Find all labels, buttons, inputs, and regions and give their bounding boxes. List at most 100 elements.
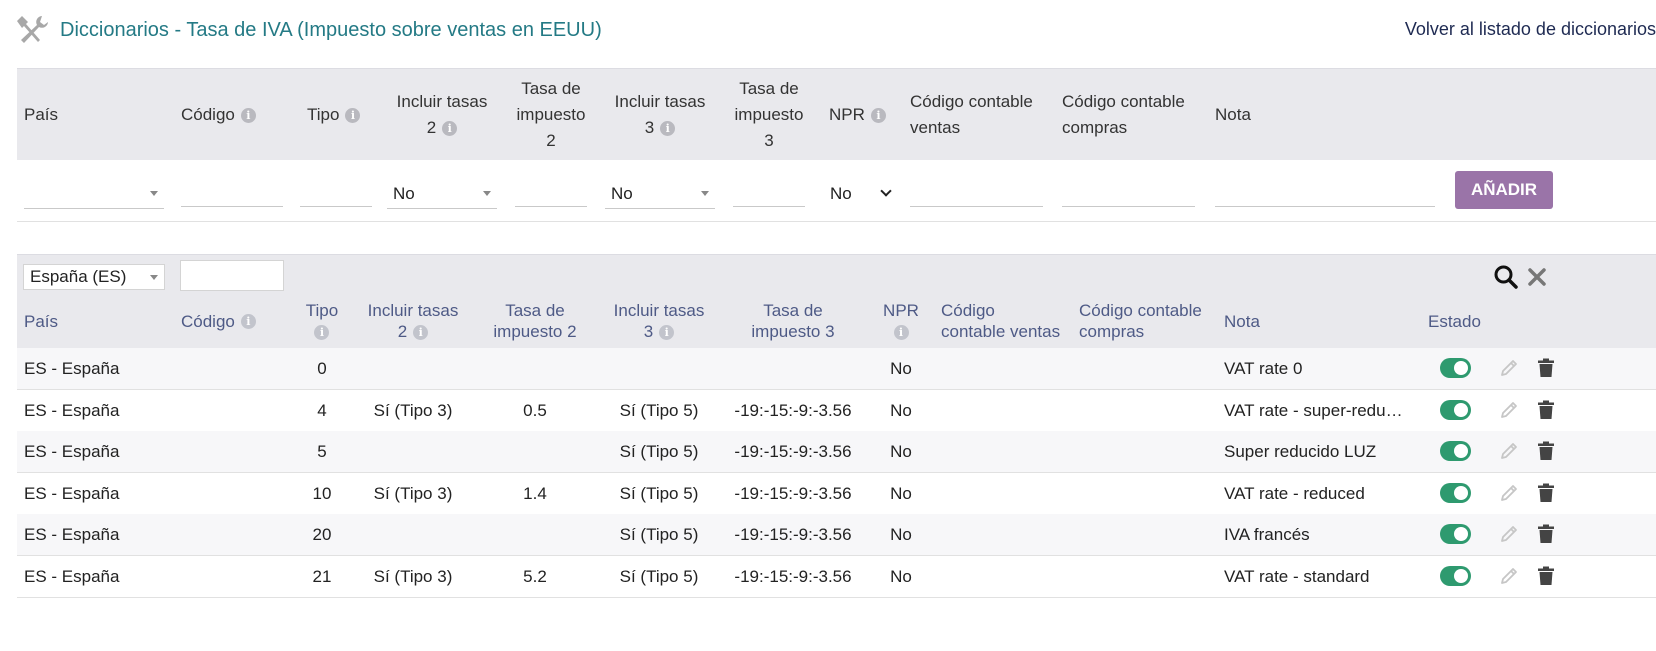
cell-pais: ES - España	[24, 525, 120, 545]
caret-down-icon	[150, 191, 158, 196]
caret-down-icon	[483, 191, 491, 196]
cell-npr: No	[890, 567, 912, 586]
col-codigo-contable-ventas: Código contable ventas	[910, 92, 1033, 137]
pencil-icon[interactable]	[1499, 400, 1519, 420]
cell-tipo: 5	[317, 442, 327, 462]
status-toggle[interactable]	[1440, 524, 1471, 545]
table-row: ES - España 5 Sí (Tipo 5) -19:-15:-9:-3.56 N…	[17, 431, 1656, 474]
pencil-icon[interactable]	[1499, 441, 1519, 461]
info-icon: i	[870, 107, 886, 123]
info-icon: i	[314, 325, 330, 341]
cell-tasa-impuesto-2	[485, 514, 585, 555]
col-nota: Nota	[1215, 105, 1251, 124]
list-col-tasa-impuesto-2[interactable]: Tasa de impuesto 2	[485, 297, 585, 345]
pencil-icon[interactable]	[1499, 483, 1519, 503]
chevron-down-icon	[880, 185, 892, 197]
table-row: ES - España 4 Sí (Tipo 3) 0.5 Sí (Tipo 5) -19…	[17, 390, 1656, 432]
status-toggle[interactable]	[1440, 399, 1471, 420]
cell-incluir-tasas-2	[357, 348, 469, 389]
list-col-npr[interactable]: NPR i	[875, 297, 927, 345]
list-header: España (ES) País Código i Tipo i Incluir t…	[17, 254, 1656, 348]
info-icon: i	[345, 107, 361, 123]
search-icon[interactable]	[1493, 264, 1519, 290]
cell-nota: VAT rate - reduced	[1224, 483, 1365, 503]
table-row: ES - España 10 Sí (Tipo 3) 1.4 Sí (Tipo 5) -1…	[17, 473, 1656, 515]
cell-npr: No	[890, 525, 912, 545]
cell-incluir-tasas-3	[603, 348, 715, 389]
col-tasa-impuesto-3: Tasa de impuesto 3	[734, 79, 804, 150]
cell-tasa-impuesto-3: -19:-15:-9:-3.56	[734, 483, 852, 503]
trash-icon[interactable]	[1537, 358, 1555, 378]
cell-pais: ES - España	[24, 442, 120, 462]
pencil-icon[interactable]	[1499, 524, 1519, 544]
include-rate-2-select[interactable]: No	[387, 179, 497, 209]
npr-select[interactable]: No	[824, 179, 896, 209]
status-toggle[interactable]	[1440, 566, 1471, 586]
table-row: ES - España 20 Sí (Tipo 5) -19:-15:-9:-3.56…	[17, 514, 1656, 557]
list-col-pais[interactable]: País	[24, 297, 58, 345]
info-icon: i	[442, 121, 458, 137]
code-input[interactable]	[181, 183, 283, 207]
cell-tasa-impuesto-2: 5.2	[523, 567, 547, 586]
trash-icon[interactable]	[1537, 441, 1555, 461]
code-filter-input[interactable]	[180, 260, 284, 291]
status-toggle[interactable]	[1440, 482, 1471, 503]
list-col-incluir-tasas-3[interactable]: Incluir tasas 3 i	[603, 297, 715, 345]
add-form-inputs: No No No AÑADIR	[17, 160, 1656, 222]
trash-icon[interactable]	[1537, 483, 1555, 503]
list-col-codigo-contable-ventas[interactable]: Código contable ventas	[941, 297, 1060, 345]
info-icon: i	[893, 325, 909, 341]
pencil-icon[interactable]	[1499, 358, 1519, 378]
clear-filter-icon[interactable]	[1525, 265, 1549, 289]
note-input[interactable]	[1215, 183, 1435, 207]
cell-tasa-impuesto-3: -19:-15:-9:-3.56	[734, 400, 852, 420]
list-col-codigo-contable-compras[interactable]: Código contable compras	[1079, 297, 1202, 345]
list-col-nota[interactable]: Nota	[1224, 297, 1260, 345]
col-npr: NPR i	[829, 69, 886, 161]
status-toggle[interactable]	[1440, 441, 1471, 462]
trash-icon[interactable]	[1537, 400, 1555, 420]
caret-down-icon	[701, 191, 709, 196]
cell-npr: No	[890, 359, 912, 378]
cell-npr: No	[890, 483, 912, 503]
title-bar: Diccionarios - Tasa de IVA (Impuesto sob…	[0, 0, 1656, 60]
add-button[interactable]: AÑADIR	[1455, 171, 1553, 209]
tools-icon	[17, 16, 48, 43]
rate-input[interactable]	[300, 183, 372, 207]
cell-nota: VAT rate - super-reduced	[1224, 400, 1410, 420]
purchases-account-code-input[interactable]	[1062, 183, 1195, 207]
cell-tipo: 4	[317, 400, 327, 420]
rate-2-input[interactable]	[515, 183, 587, 207]
pencil-icon[interactable]	[1499, 566, 1519, 586]
back-to-dictionaries-link[interactable]: Volver al listado de diccionarios	[1405, 19, 1656, 40]
trash-icon[interactable]	[1537, 524, 1555, 544]
info-icon: i	[660, 121, 676, 137]
status-toggle[interactable]	[1440, 358, 1471, 378]
include-rate-3-select[interactable]: No	[605, 179, 715, 209]
cell-incluir-tasas-3: Sí (Tipo 5)	[619, 483, 699, 503]
cell-tipo: 0	[317, 359, 327, 378]
rate-3-input[interactable]	[733, 183, 805, 207]
cell-incluir-tasas-3: Sí (Tipo 5)	[619, 525, 699, 545]
cell-tasa-impuesto-3: -19:-15:-9:-3.56	[734, 525, 852, 545]
col-pais: País	[24, 105, 59, 124]
trash-icon[interactable]	[1537, 566, 1555, 586]
cell-incluir-tasas-3: Sí (Tipo 5)	[619, 400, 699, 420]
sales-account-code-input[interactable]	[910, 183, 1043, 207]
cell-tasa-impuesto-2: 0.5	[523, 400, 547, 420]
cell-tipo: 21	[312, 567, 332, 586]
cell-incluir-tasas-2	[357, 431, 469, 472]
country-select[interactable]	[24, 179, 164, 209]
list-col-tasa-impuesto-3[interactable]: Tasa de impuesto 3	[733, 297, 853, 345]
caret-down-icon	[150, 275, 158, 280]
list-col-tipo[interactable]: Tipo i	[297, 297, 347, 345]
list-col-codigo[interactable]: Código i	[181, 297, 256, 345]
col-codigo: Código i	[181, 69, 256, 161]
cell-incluir-tasas-2	[357, 514, 469, 555]
country-filter-select[interactable]: España (ES)	[23, 264, 165, 290]
list-col-incluir-tasas-2[interactable]: Incluir tasas 2 i	[357, 297, 469, 345]
cell-nota: VAT rate - standard	[1224, 567, 1370, 586]
cell-tasa-impuesto-2	[485, 348, 585, 389]
cell-nota: VAT rate 0	[1224, 359, 1303, 378]
list-col-estado[interactable]: Estado	[1428, 297, 1481, 345]
